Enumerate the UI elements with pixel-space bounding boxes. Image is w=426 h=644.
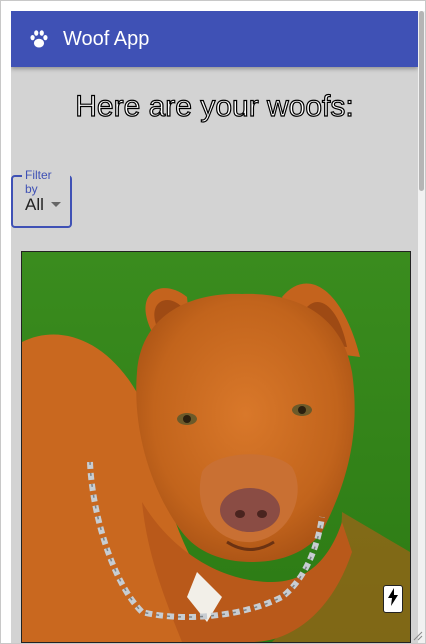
app-title: Woof App [63, 28, 150, 50]
page-heading: Here are your woofs: [75, 89, 355, 123]
lightning-bolt-button[interactable] [383, 585, 403, 613]
vertical-scrollbar[interactable] [418, 11, 425, 643]
resize-handle-icon[interactable] [411, 629, 423, 641]
dog-photo [22, 252, 410, 642]
filter-selected-value: All [25, 195, 44, 214]
caret-down-icon [51, 202, 61, 207]
filter-select[interactable]: Filter by All [11, 168, 72, 228]
app-bar: Woof App [11, 11, 418, 67]
filter-label: Filter by [22, 168, 70, 196]
lightning-bolt-icon [387, 587, 399, 611]
dog-card [21, 251, 411, 643]
browser-frame: Woof App Here are your woofs: Filter by … [0, 0, 426, 644]
app-viewport: Woof App Here are your woofs: Filter by … [11, 11, 418, 643]
scrollbar-thumb[interactable] [419, 11, 424, 191]
